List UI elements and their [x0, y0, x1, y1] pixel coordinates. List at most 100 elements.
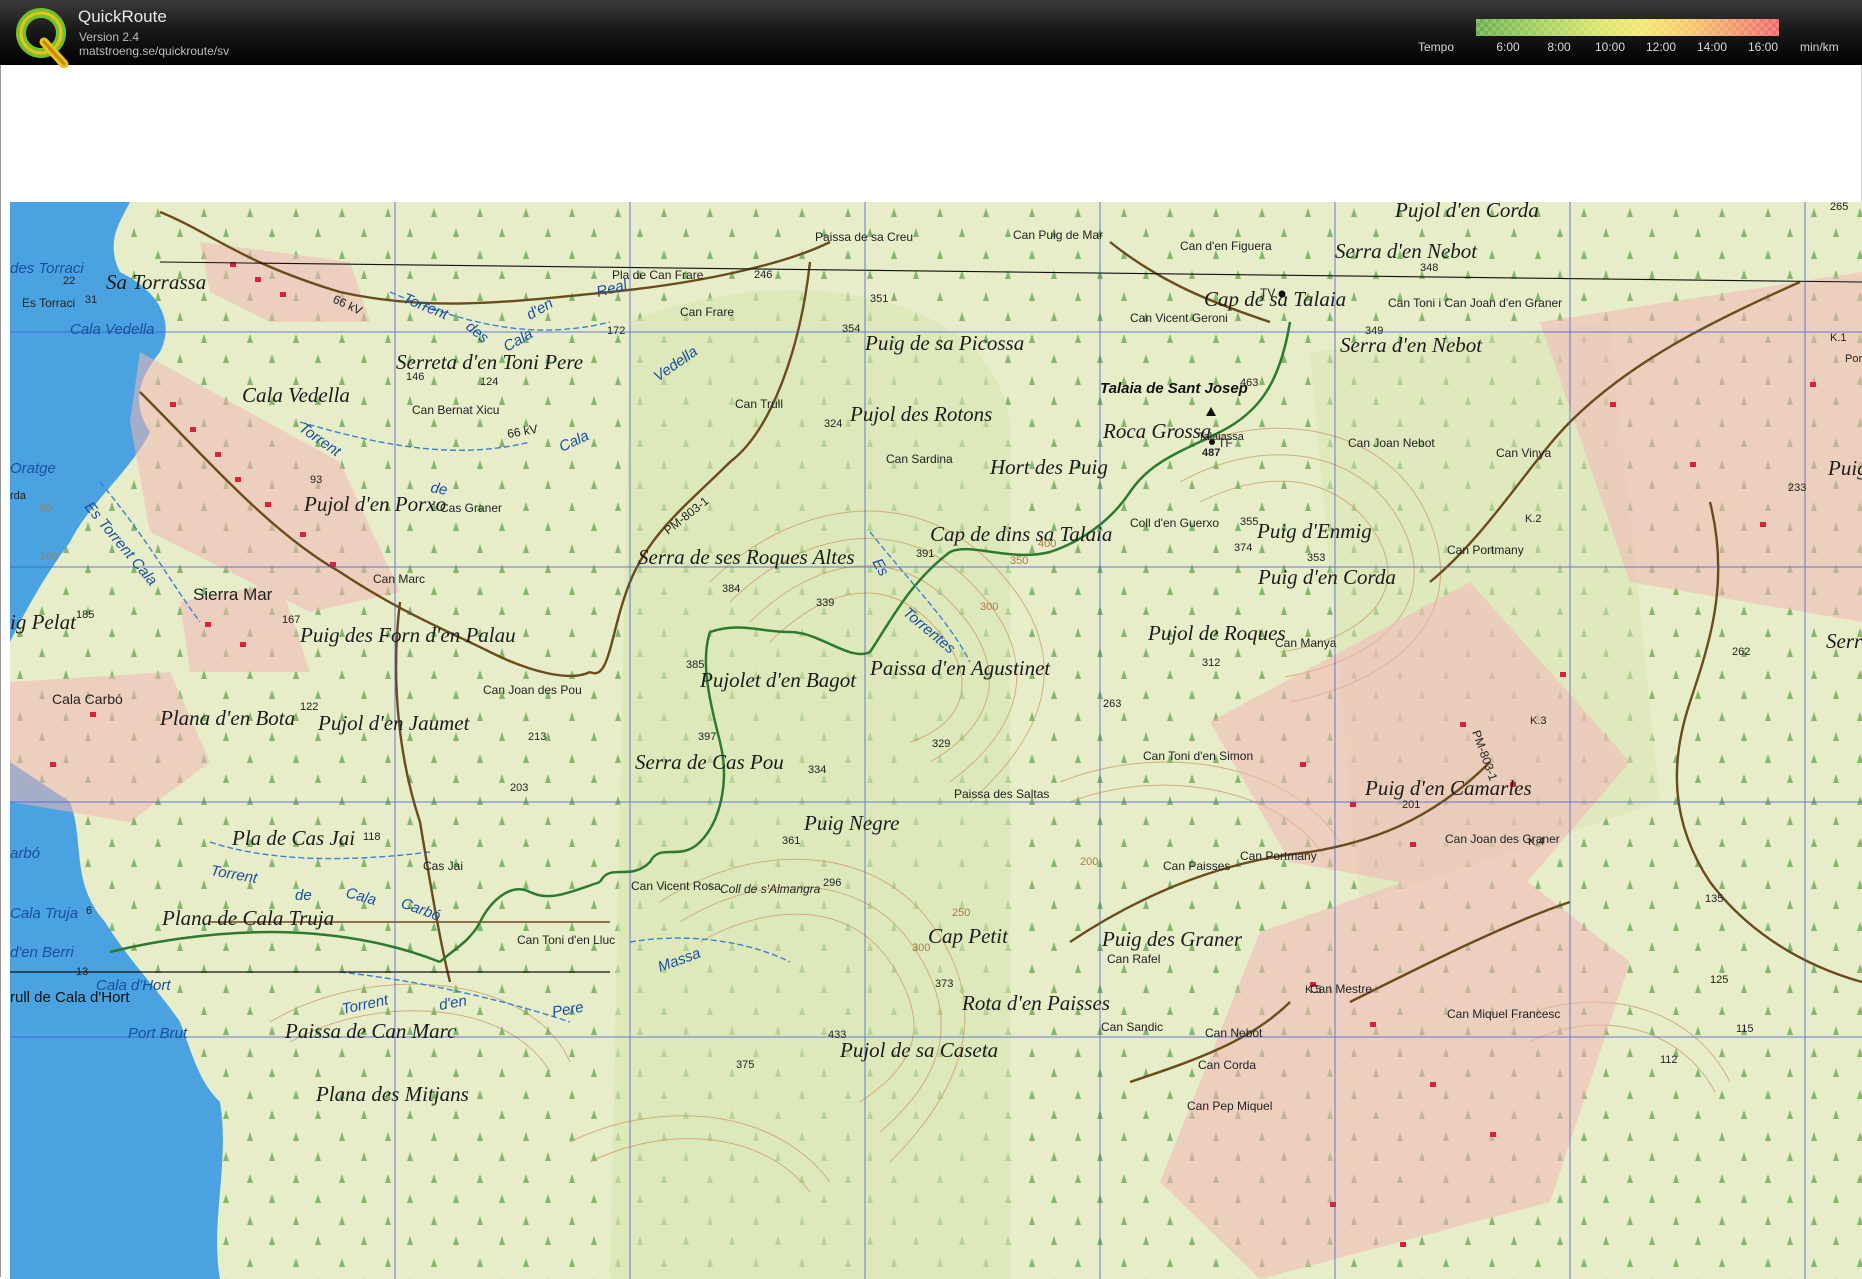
map-label: Can Toni i Can Joan d'en Graner [1388, 296, 1562, 310]
map-label: Can Toni d'en Simon [1143, 749, 1253, 763]
spot-height: 349 [1365, 325, 1383, 337]
legend-tick: 6:00 [1496, 40, 1520, 54]
spot-height: 361 [782, 835, 800, 847]
map-label: Hort des Puig [989, 455, 1108, 479]
pace-legend-gradient [1476, 19, 1779, 36]
map-label: Pujol de sa Caseta [839, 1038, 998, 1062]
stream-label: de [295, 887, 312, 904]
spot-height: 354 [842, 323, 860, 335]
spot-height: 246 [754, 269, 772, 281]
map-label: Cas Graner [440, 501, 502, 515]
topographic-map[interactable]: Sa Torrassa Es Torraci des Torraci Cala … [10, 202, 1862, 1279]
spot-height: 6 [86, 905, 92, 917]
legend-tick: 16:00 [1747, 40, 1779, 54]
spot-height: 433 [828, 1029, 846, 1041]
legend-tick: 12:00 [1645, 40, 1677, 54]
map-label: Can Trull [735, 397, 783, 411]
map-label: Cala Vedella [242, 383, 350, 407]
spot-height: 312 [1202, 657, 1220, 669]
map-label: Can Vinya [1496, 446, 1551, 460]
map-label: Pujol d'en Jaumet [317, 711, 471, 735]
spot-height: 373 [935, 978, 953, 990]
map-label: Cas Jai [423, 859, 463, 873]
map-label: Can Nebot [1205, 1026, 1263, 1040]
spot-height: 125 [1710, 974, 1728, 986]
map-label: Can Paisses [1163, 859, 1230, 873]
map-label: Can d'en Figuera [1180, 239, 1272, 253]
map-label: Paissa d'en Agustinet [869, 656, 1051, 680]
map-label: Can Pep Miquel [1187, 1099, 1272, 1113]
legend-unit: min/km [1800, 40, 1839, 54]
map-label: Pujol d'en Corda [1394, 202, 1539, 222]
map-label: Can Toni d'en Lluc [517, 933, 615, 947]
map-label: Sa Torrassa [106, 270, 206, 294]
map-label: Can Rafel [1107, 952, 1160, 966]
spot-height: 463 [1240, 377, 1258, 389]
spot-height: 185 [76, 609, 94, 621]
map-label: Plana de Cala Truja [161, 906, 334, 930]
app-header-bar: QuickRoute Version 2.4 matstroeng.se/qui… [0, 0, 1862, 68]
map-label: Rota d'en Paisses [961, 991, 1110, 1015]
spot-height: 22 [63, 275, 75, 287]
map-label: Serra [1826, 629, 1862, 653]
contour-value: 350 [1010, 555, 1028, 567]
legend-tick: 10:00 [1594, 40, 1626, 54]
map-label: Pujolet d'en Bagot [699, 668, 857, 692]
green-slope-area [610, 290, 1010, 1279]
map-label: rull de Cala d'Hort [10, 989, 130, 1006]
app-version: Version 2.4 [79, 30, 140, 44]
spot-height: 112 [1660, 1054, 1678, 1066]
map-label: Serra d'en Nebot [1335, 239, 1478, 263]
spot-height: 348 [1420, 262, 1438, 274]
map-label: Cala Truja [10, 905, 78, 922]
spot-height: 375 [736, 1059, 754, 1071]
map-label: Sierra Mar [193, 585, 273, 604]
spot-height: 384 [722, 583, 740, 595]
map-label: Puig d'en Corda [1257, 565, 1396, 589]
map-label: ig Pelat [10, 610, 77, 634]
map-label: Can Joan des Pou [483, 683, 582, 697]
contour-value: 300 [980, 601, 998, 613]
spot-height: 13 [76, 966, 88, 978]
map-label: Puig des Graner [1101, 927, 1243, 951]
map-label: d'en Berri [10, 944, 74, 961]
spot-height: 201 [1402, 799, 1420, 811]
spot-height: 487 [1202, 447, 1220, 459]
map-label: Serra de Cas Pou [635, 750, 784, 774]
spot-height: 146 [406, 371, 424, 383]
map-label: Port Brut [128, 1025, 188, 1042]
spot-height: 385 [686, 659, 704, 671]
map-label: Serra de ses Roques Altes [638, 545, 855, 569]
app-url-link[interactable]: matstroeng.se/quickroute/sv [79, 44, 229, 58]
spot-height: 334 [808, 764, 826, 776]
km-marker: K.2 [1525, 513, 1542, 525]
spot-height: 31 [85, 294, 97, 306]
spot-height: 339 [816, 597, 834, 609]
spot-height: 263 [1103, 698, 1121, 710]
map-label: Can Portmany [1447, 543, 1524, 557]
spot-height: 324 [824, 418, 842, 430]
map-label: Paissa de sa Creu [815, 230, 913, 244]
map-label: Puig Negre [803, 811, 899, 835]
spot-height: 233 [1788, 482, 1806, 494]
map-label: Can Joan Nebot [1348, 436, 1435, 450]
spot-height: 213 [528, 731, 546, 743]
spot-height: 262 [1732, 646, 1750, 658]
map-label: Pla de Can Frare [612, 268, 704, 282]
map-label: Serra d'en Nebot [1340, 333, 1483, 357]
km-marker: K.5 [1305, 984, 1322, 996]
spot-height: 135 [1705, 893, 1723, 905]
map-label: Port [1845, 353, 1862, 365]
spot-height: 93 [310, 474, 322, 486]
map-label: TV [1260, 286, 1275, 300]
km-marker: K.1 [1830, 332, 1847, 344]
map-label: Coll de s'Almangra [720, 882, 821, 896]
map-label: Can Corda [1198, 1058, 1256, 1072]
app-name: QuickRoute [78, 7, 167, 26]
spot-height: 124 [480, 376, 498, 388]
contour-value: 200 [1080, 856, 1098, 868]
spot-height: 355 [1240, 516, 1258, 528]
quickroute-logo-icon [16, 8, 69, 68]
contour-value: 50 [40, 503, 52, 515]
spot-height: 167 [282, 614, 300, 626]
